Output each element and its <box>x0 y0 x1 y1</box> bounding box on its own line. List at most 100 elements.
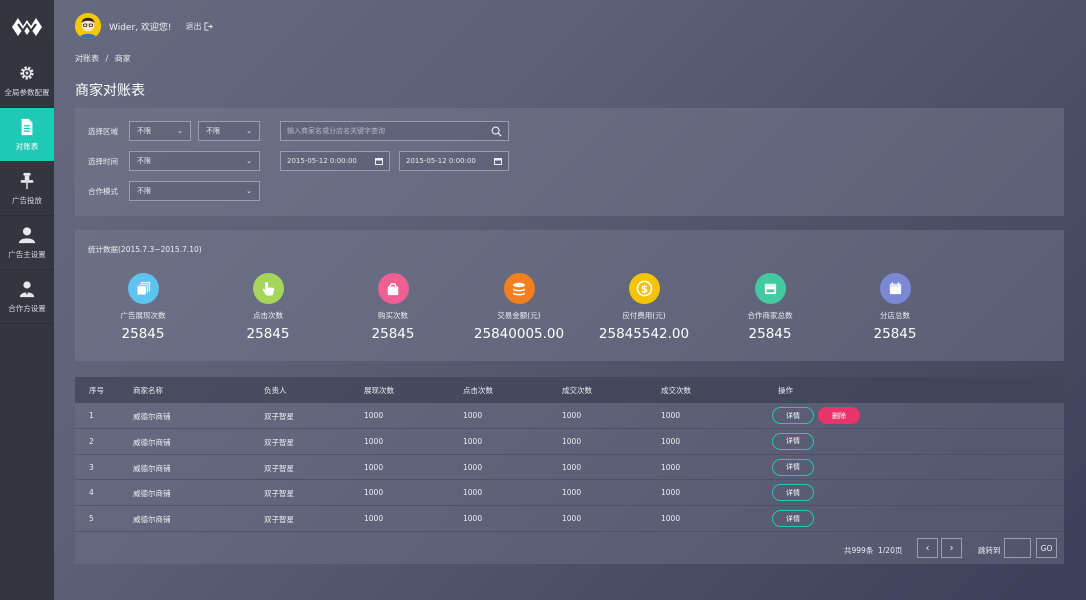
search-input[interactable]: 输入商家名或分店名关键字查询 <box>280 121 509 141</box>
stats-panel: 统计数据(2015.7.3~2015.7.10) 广告展现次数 25845 点击… <box>75 230 1064 361</box>
sidebar-item-label: 全局参数配置 <box>4 87 50 97</box>
row-cell-owner: 双子智星 <box>264 463 294 473</box>
row-cell-deals-2: 1000 <box>661 411 681 420</box>
breadcrumb-current: 商家 <box>114 54 131 63</box>
stat-label: 合作商家总数 <box>747 311 793 320</box>
stat-purchases: 购买次数 25845 <box>333 273 453 342</box>
detail-button[interactable]: 详情 <box>772 484 814 502</box>
row-cell-clicks: 1000 <box>463 514 483 524</box>
filter-row-time: 选择时间 不限 ⌄ 2015-05-12 0:00:00 2015-05-12 … <box>88 151 509 171</box>
detail-button[interactable]: 详情 <box>772 458 814 476</box>
prev-page-button[interactable]: ‹ <box>917 538 938 558</box>
row-cell-index: 5 <box>89 514 94 524</box>
user-icon <box>18 226 36 243</box>
logo-icon <box>12 18 42 36</box>
header-cell: 成交次数 <box>661 386 691 395</box>
header-cell: 负责人 <box>264 386 287 395</box>
logout-icon <box>204 21 214 31</box>
stat-label: 点击次数 <box>253 311 283 320</box>
start-date-input[interactable]: 2015-05-12 0:00:00 <box>280 151 390 171</box>
pin-icon <box>20 172 34 189</box>
breadcrumb-separator: / <box>105 54 109 63</box>
table-header: 序号 商家名称 负责人 展现次数 点击次数 成交次数 成交次数 操作 <box>75 377 1064 403</box>
stat-partner-merchants: 合作商家总数 25845 <box>710 273 830 342</box>
row-cell-deals: 1000 <box>562 488 582 498</box>
row-cell-index: 4 <box>89 488 94 498</box>
chevron-down-icon: ⌄ <box>246 187 252 195</box>
row-cell-owner: 双子智星 <box>264 437 294 447</box>
time-select[interactable]: 不限 ⌄ <box>129 151 260 171</box>
calendar-icon <box>879 273 911 304</box>
delete-button[interactable]: 删除 <box>818 407 860 424</box>
stat-transaction-amount: 交易金额(元) 25840005.00 <box>459 273 579 342</box>
gear-icon <box>20 65 34 80</box>
store-icon <box>754 273 786 304</box>
search-icon[interactable] <box>491 126 502 137</box>
row-cell-clicks: 1000 <box>463 462 483 472</box>
row-cell-deals-2: 1000 <box>661 514 681 524</box>
end-date-value: 2015-05-12 0:00:00 <box>406 157 476 165</box>
sidebar-item-partner-settings[interactable]: 合作方设置 <box>0 270 54 324</box>
sidebar-item-label: 合作方设置 <box>8 303 46 313</box>
row-cell-deals: 1000 <box>562 514 582 524</box>
coins-icon <box>503 273 535 304</box>
calendar-icon[interactable] <box>375 157 383 165</box>
stat-payable-fee: $ 应付费用(元) 25845542.00 <box>584 273 704 342</box>
region-select-2[interactable]: 不限 ⌄ <box>198 121 260 141</box>
go-button[interactable]: GO <box>1036 538 1057 558</box>
calendar-icon[interactable] <box>494 157 502 165</box>
stat-value: 25845542.00 <box>598 326 690 342</box>
stat-branch-count: 分店总数 25845 <box>835 273 955 342</box>
stat-value: 25845 <box>371 326 415 342</box>
stat-label: 分店总数 <box>880 311 910 320</box>
row-cell-deals-2: 1000 <box>661 488 681 498</box>
sidebar-item-reconciliation[interactable]: 对账表 <box>0 108 54 162</box>
detail-button[interactable]: 详情 <box>772 510 814 528</box>
breadcrumb-parent-link[interactable]: 对账表 <box>75 54 99 63</box>
page-indicator: 1/20页 <box>878 546 903 555</box>
sidebar-item-label: 广告投放 <box>12 195 42 205</box>
end-date-input[interactable]: 2015-05-12 0:00:00 <box>399 151 509 171</box>
shopping-bag-icon <box>377 273 409 304</box>
avatar[interactable] <box>75 13 101 39</box>
detail-button[interactable]: 详情 <box>772 432 814 450</box>
next-page-button[interactable]: › <box>941 538 962 558</box>
jump-label: 跳转到 <box>978 546 1001 555</box>
stats-title: 统计数据(2015.7.3~2015.7.10) <box>88 245 202 254</box>
stat-value: 25845 <box>748 326 792 342</box>
filter-panel: 选择区域 不限 ⌄ 不限 ⌄ 输入商家名或分店名关键字查询 选择时间 不限 ⌄ … <box>75 108 1064 216</box>
logout-button[interactable]: 退出 <box>185 21 214 32</box>
filter-row-mode: 合作模式 不限 ⌄ <box>88 181 260 201</box>
row-cell-merchant: 威德尔商铺 <box>133 489 171 499</box>
row-cell-merchant: 威德尔商铺 <box>133 515 171 525</box>
row-cell-merchant: 威德尔商铺 <box>133 412 171 421</box>
header-cell: 点击次数 <box>463 386 493 395</box>
jump-page-input[interactable] <box>1004 538 1031 558</box>
row-cell-owner: 双子智星 <box>264 515 294 525</box>
row-cell-owner: 双子智星 <box>264 489 294 499</box>
header-cell: 展现次数 <box>364 386 394 395</box>
logout-label: 退出 <box>185 21 202 31</box>
stat-clicks: 点击次数 25845 <box>208 273 328 342</box>
row-cell-impressions: 1000 <box>364 488 384 498</box>
row-cell-deals-2: 1000 <box>661 436 681 446</box>
row-cell-deals: 1000 <box>562 436 582 446</box>
sidebar-item-global-config[interactable]: 全局参数配置 <box>0 54 54 108</box>
detail-button[interactable]: 详情 <box>772 407 814 424</box>
sidebar-item-ad-placement[interactable]: 广告投放 <box>0 162 54 216</box>
stat-label: 交易金额(元) <box>497 311 541 320</box>
sidebar-item-advertiser-settings[interactable]: 广告主设置 <box>0 216 54 270</box>
region-select-1[interactable]: 不限 ⌄ <box>129 121 191 141</box>
chevron-down-icon: ⌄ <box>177 127 183 135</box>
mode-select[interactable]: 不限 ⌄ <box>129 181 260 201</box>
stat-ad-impressions: 广告展现次数 25845 <box>83 273 203 342</box>
row-cell-deals: 1000 <box>562 462 582 472</box>
logo <box>0 0 54 54</box>
region-select-1-value: 不限 <box>137 127 151 135</box>
top-bar: Wider, 欢迎您! 退出 <box>75 12 214 40</box>
region-select-2-value: 不限 <box>206 127 220 135</box>
stat-value: 25840005.00 <box>473 326 565 342</box>
row-cell-deals: 1000 <box>562 411 582 420</box>
header-cell: 操作 <box>778 386 793 395</box>
row-cell-impressions: 1000 <box>364 411 384 420</box>
